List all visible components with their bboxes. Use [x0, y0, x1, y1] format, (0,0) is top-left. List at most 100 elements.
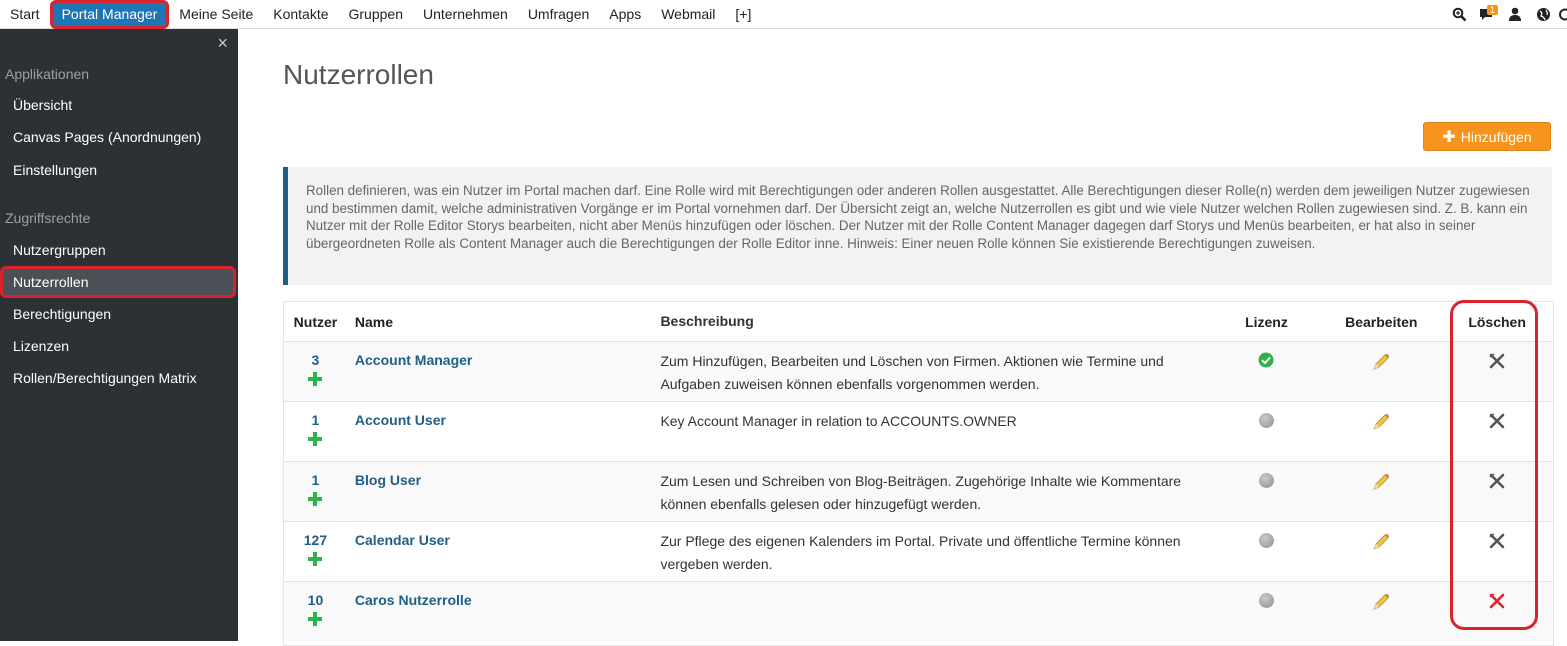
role-name-link[interactable]: Caros Nutzerrolle [355, 592, 472, 608]
user-icon[interactable] [1501, 0, 1529, 29]
edit-cell [1321, 582, 1441, 641]
edit-cell [1321, 462, 1441, 521]
nav-meine-seite[interactable]: Meine Seite [169, 0, 263, 29]
user-count-link[interactable]: 3 [284, 352, 347, 368]
sidebar-item-lizenzen[interactable]: Lizenzen [0, 330, 238, 362]
edit-cell [1321, 402, 1441, 461]
messages-icon[interactable]: 1 [1473, 0, 1501, 29]
roles-table: Nutzer Name Beschreibung Lizenz Bearbeit… [283, 301, 1554, 646]
role-name-link[interactable]: Calendar User [355, 532, 450, 548]
add-button[interactable]: ✚ Hinzufügen [1423, 122, 1551, 151]
delete-x-icon[interactable] [1488, 592, 1506, 610]
sidebar-item-einstellungen[interactable]: Einstellungen [0, 153, 238, 187]
add-user-icon[interactable] [307, 611, 323, 627]
table-row: 1 Blog User Zum Lesen und Schreiben von … [284, 461, 1553, 521]
sidebar-item-berechtigungen[interactable]: Berechtigungen [0, 298, 238, 330]
name-cell: Account User [347, 402, 653, 461]
user-count-link[interactable]: 1 [284, 412, 347, 428]
section-zugriffsrechte: Zugriffsrechte [5, 210, 91, 226]
nav-apps[interactable]: Apps [599, 0, 651, 29]
nav-add-more[interactable]: [+] [725, 0, 761, 29]
edit-pencil-icon[interactable] [1371, 472, 1391, 492]
users-cell: 3 [284, 342, 347, 401]
delete-cell [1441, 462, 1553, 521]
table-row: 127 Calendar User Zur Pflege des eigenen… [284, 521, 1553, 581]
user-count-link[interactable]: 127 [284, 532, 347, 548]
table-header: Nutzer Name Beschreibung Lizenz Bearbeit… [284, 302, 1553, 341]
header-license: Lizenz [1245, 313, 1288, 330]
globe-icon[interactable] [1529, 0, 1557, 29]
sidebar-item-uebersicht[interactable]: Übersicht [0, 89, 238, 121]
close-icon[interactable]: × [217, 33, 228, 54]
role-name-link[interactable]: Account Manager [355, 352, 472, 368]
sidebar-item-canvas-pages[interactable]: Canvas Pages (Anordnungen) [0, 121, 238, 153]
add-button-label: Hinzufügen [1460, 128, 1532, 145]
header-edit: Bearbeiten [1345, 313, 1418, 330]
nav-webmail[interactable]: Webmail [651, 0, 725, 29]
nav-unternehmen[interactable]: Unternehmen [413, 0, 518, 29]
table-row: 3 Account Manager Zum Hinzufügen, Bearbe… [284, 341, 1553, 401]
license-cell [1212, 342, 1322, 401]
header-name[interactable]: Name [347, 314, 653, 330]
info-box: Rollen definieren, was ein Nutzer im Por… [283, 167, 1552, 285]
license-cell [1212, 582, 1322, 641]
description-cell: Zum Lesen und Schreiben von Blog-Beiträg… [660, 473, 1182, 512]
name-cell: Blog User [347, 462, 653, 521]
add-user-icon[interactable] [307, 371, 323, 387]
table-row: 1 Account User Key Account Manager in re… [284, 401, 1553, 461]
delete-x-icon[interactable] [1488, 532, 1506, 550]
nav-gruppen[interactable]: Gruppen [339, 0, 413, 29]
nav-portal-manager[interactable]: Portal Manager [49, 0, 170, 29]
sidebar-item-matrix[interactable]: Rollen/Berechtigungen Matrix [0, 362, 238, 394]
name-cell: Account Manager [347, 342, 653, 401]
edit-cell [1321, 522, 1441, 581]
add-user-icon[interactable] [307, 491, 323, 507]
edit-pencil-icon[interactable] [1371, 412, 1391, 432]
users-cell: 1 [284, 462, 347, 521]
nav-umfragen[interactable]: Umfragen [518, 0, 599, 29]
description-cell [652, 582, 1211, 641]
delete-x-icon[interactable] [1488, 412, 1506, 430]
edit-cell [1321, 342, 1441, 401]
edit-pencil-icon[interactable] [1371, 352, 1391, 372]
users-cell: 1 [284, 402, 347, 461]
delete-cell [1441, 342, 1553, 401]
license-inactive-icon [1258, 413, 1274, 428]
delete-cell [1441, 522, 1553, 581]
description-cell: Zum Hinzufügen, Bearbeiten und Löschen v… [660, 353, 1164, 392]
header-delete: Löschen [1468, 313, 1526, 330]
name-cell: Caros Nutzerrolle [347, 582, 653, 641]
add-user-icon[interactable] [307, 431, 323, 447]
page-title: Nutzerrollen [283, 59, 434, 90]
delete-x-icon[interactable] [1488, 352, 1506, 370]
settings-icon-partial[interactable] [1557, 0, 1567, 29]
delete-cell [1441, 582, 1553, 641]
edit-pencil-icon[interactable] [1371, 592, 1391, 612]
license-cell [1212, 522, 1322, 581]
license-cell [1212, 402, 1322, 461]
role-name-link[interactable]: Blog User [355, 472, 421, 488]
add-user-icon[interactable] [307, 551, 323, 567]
nav-start[interactable]: Start [0, 0, 50, 29]
header-users[interactable]: Nutzer [284, 314, 347, 330]
user-count-link[interactable]: 1 [284, 472, 347, 488]
delete-x-icon[interactable] [1488, 472, 1506, 490]
section-applikationen: Applikationen [5, 66, 90, 82]
license-active-icon [1258, 352, 1274, 368]
license-inactive-icon [1258, 533, 1274, 548]
delete-cell [1441, 402, 1553, 461]
nav-kontakte[interactable]: Kontakte [263, 0, 338, 29]
top-navigation: Start Portal Manager Meine Seite Kontakt… [0, 0, 1567, 29]
search-icon[interactable] [1445, 0, 1473, 29]
users-cell: 10 [284, 582, 347, 641]
sidebar-item-nutzergruppen[interactable]: Nutzergruppen [0, 234, 238, 266]
license-inactive-icon [1258, 593, 1274, 608]
role-name-link[interactable]: Account User [355, 412, 446, 428]
name-cell: Calendar User [347, 522, 653, 581]
edit-pencil-icon[interactable] [1371, 532, 1391, 552]
user-count-link[interactable]: 10 [284, 592, 347, 608]
sidebar-item-nutzerrollen[interactable]: Nutzerrollen [0, 266, 236, 298]
license-inactive-icon [1258, 473, 1274, 488]
header-description: Beschreibung [660, 313, 754, 329]
table-row: 10 Caros Nutzerrolle [284, 581, 1553, 641]
